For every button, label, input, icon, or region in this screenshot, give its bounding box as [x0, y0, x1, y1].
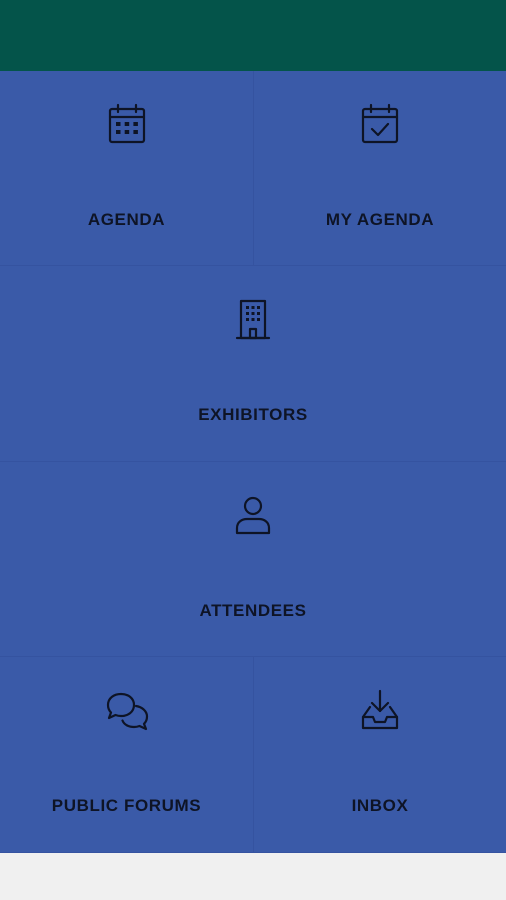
tile-label: INBOX	[351, 796, 409, 815]
tile-public-forums[interactable]: PUBLIC FORUMS	[0, 657, 254, 853]
tile-label: ATTENDEES	[199, 601, 307, 620]
tile-label: MY AGENDA	[325, 210, 435, 229]
bottom-blank-area	[0, 853, 506, 900]
tile-agenda[interactable]: AGENDA	[0, 71, 254, 266]
tile-label: AGENDA	[87, 210, 166, 229]
tile-exhibitors[interactable]: EXHIBITORS	[0, 266, 506, 462]
tile-my-agenda[interactable]: MY AGENDA	[254, 71, 506, 266]
tile-label: EXHIBITORS	[198, 405, 308, 424]
calendar-check-icon	[356, 101, 404, 149]
menu-grid: AGENDA MY AGENDA EXHIBITORS ATTENDEES PU…	[0, 71, 506, 853]
building-icon	[229, 296, 277, 344]
chat-bubbles-icon	[103, 687, 151, 735]
person-icon	[229, 492, 277, 540]
inbox-download-icon	[356, 687, 404, 735]
app-header	[0, 0, 506, 71]
tile-attendees[interactable]: ATTENDEES	[0, 462, 506, 657]
tile-label: PUBLIC FORUMS	[51, 796, 202, 815]
tile-inbox[interactable]: INBOX	[254, 657, 506, 853]
calendar-grid-icon	[103, 101, 151, 149]
